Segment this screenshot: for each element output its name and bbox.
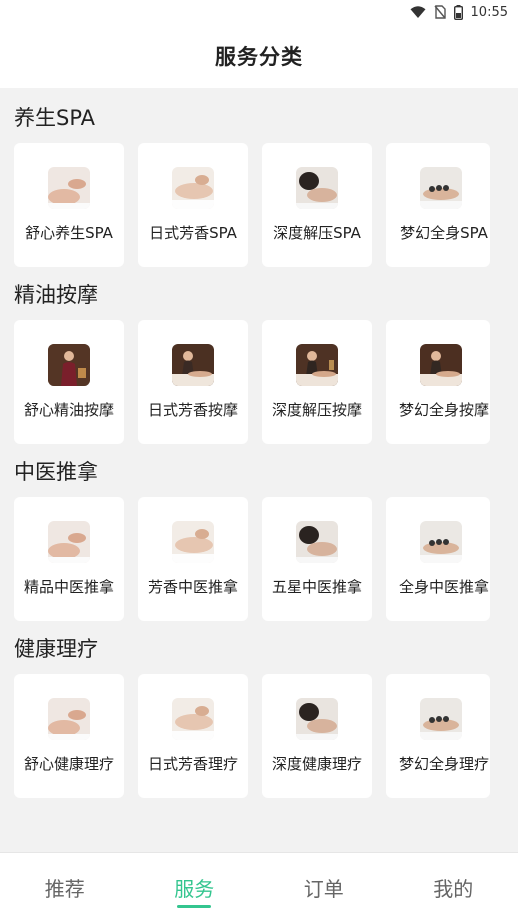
service-card[interactable]: 日式芳香SPA	[138, 143, 248, 267]
tab-label: 订单	[303, 877, 344, 901]
tab-recommend[interactable]: 推荐	[0, 853, 130, 922]
massage-photo-icon	[172, 521, 214, 563]
service-card[interactable]: 舒心养生SPA	[14, 143, 124, 267]
therapist-photo-icon	[420, 344, 462, 386]
tab-orders[interactable]: 订单	[259, 853, 389, 922]
wifi-icon	[410, 5, 426, 19]
service-card[interactable]: 芳香中医推拿	[138, 497, 248, 621]
service-card[interactable]: 全身中医推拿	[386, 497, 490, 621]
therapist-photo-icon	[296, 344, 338, 386]
section-title: 养生SPA	[14, 106, 96, 130]
service-label: 芳香中医推拿	[147, 578, 238, 596]
service-label: 五星中医推拿	[271, 578, 362, 596]
massage-photo-icon	[420, 698, 462, 740]
massage-photo-icon	[296, 167, 338, 209]
service-label: 深度解压SPA	[273, 224, 361, 242]
tab-services[interactable]: 服务	[130, 853, 260, 922]
service-card[interactable]: 深度健康理疗	[262, 674, 372, 798]
service-card[interactable]: 日式芳香按摩	[138, 320, 248, 444]
service-row: 舒心养生SPA 日式芳香SPA 深度解压SPA 梦幻全身SPA	[14, 143, 490, 267]
service-label: 全身中医推拿	[398, 578, 489, 596]
tab-label: 服务	[174, 877, 215, 901]
page-header: 服务分类	[0, 24, 518, 88]
bottom-tab-bar: 推荐 服务 订单 我的	[0, 852, 518, 922]
tab-label: 我的	[433, 877, 474, 901]
service-label: 日式芳香按摩	[147, 401, 238, 419]
service-row: 舒心健康理疗 日式芳香理疗 深度健康理疗 梦幻全身理疗	[14, 674, 490, 798]
service-card[interactable]: 梦幻全身按摩	[386, 320, 490, 444]
service-label: 精品中医推拿	[23, 578, 114, 596]
section-title: 健康理疗	[14, 637, 98, 661]
service-row: 精品中医推拿 芳香中医推拿 五星中医推拿 全身中医推拿	[14, 497, 490, 621]
massage-photo-icon	[172, 167, 214, 209]
service-card[interactable]: 深度解压SPA	[262, 143, 372, 267]
service-card[interactable]: 精品中医推拿	[14, 497, 124, 621]
status-time: 10:55	[470, 4, 508, 20]
service-label: 舒心健康理疗	[23, 755, 114, 773]
service-label: 梦幻全身SPA	[400, 224, 488, 242]
section-spa: 养生SPA 舒心养生SPA 日式芳香SPA 深度解压SPA 梦幻全身SPA	[0, 88, 518, 267]
battery-icon	[453, 4, 463, 20]
section-tcm-tuina: 中医推拿 精品中医推拿 芳香中医推拿 五星中医推拿 全身中医推拿	[0, 442, 518, 621]
category-list[interactable]: 养生SPA 舒心养生SPA 日式芳香SPA 深度解压SPA 梦幻全身SPA 精油…	[0, 88, 518, 852]
service-card[interactable]: 日式芳香理疗	[138, 674, 248, 798]
service-label: 梦幻全身理疗	[398, 755, 489, 773]
section-title: 中医推拿	[14, 460, 98, 484]
massage-photo-icon	[48, 521, 90, 563]
service-row: 舒心精油按摩 日式芳香按摩 深度解压按摩 梦幻全身按摩	[14, 320, 490, 444]
service-card[interactable]: 梦幻全身理疗	[386, 674, 490, 798]
massage-photo-icon	[172, 698, 214, 740]
active-tab-indicator	[177, 905, 212, 908]
section-health-therapy: 健康理疗 舒心健康理疗 日式芳香理疗 深度健康理疗 梦幻全身理疗	[0, 619, 518, 798]
section-title: 精油按摩	[14, 283, 98, 307]
service-card[interactable]: 五星中医推拿	[262, 497, 372, 621]
service-card[interactable]: 梦幻全身SPA	[386, 143, 490, 267]
service-label: 舒心精油按摩	[23, 401, 114, 419]
massage-photo-icon	[48, 167, 90, 209]
section-oil-massage: 精油按摩 舒心精油按摩 日式芳香按摩 深度解压按摩 梦幻全身按摩	[0, 265, 518, 444]
service-label: 舒心养生SPA	[25, 224, 113, 242]
no-sim-icon	[433, 5, 446, 19]
massage-photo-icon	[48, 698, 90, 740]
massage-photo-icon	[296, 521, 338, 563]
therapist-photo-icon	[48, 344, 90, 386]
massage-photo-icon	[420, 521, 462, 563]
tab-profile[interactable]: 我的	[389, 853, 518, 922]
service-label: 梦幻全身按摩	[398, 401, 489, 419]
page-title: 服务分类	[215, 45, 303, 69]
service-card[interactable]: 舒心精油按摩	[14, 320, 124, 444]
service-label: 深度解压按摩	[271, 401, 362, 419]
tab-label: 推荐	[44, 877, 85, 901]
status-bar: 10:55	[0, 0, 518, 24]
service-card[interactable]: 舒心健康理疗	[14, 674, 124, 798]
service-label: 日式芳香SPA	[149, 224, 237, 242]
massage-photo-icon	[420, 167, 462, 209]
massage-photo-icon	[296, 698, 338, 740]
therapist-photo-icon	[172, 344, 214, 386]
service-card[interactable]: 深度解压按摩	[262, 320, 372, 444]
service-label: 日式芳香理疗	[147, 755, 238, 773]
service-label: 深度健康理疗	[271, 755, 362, 773]
